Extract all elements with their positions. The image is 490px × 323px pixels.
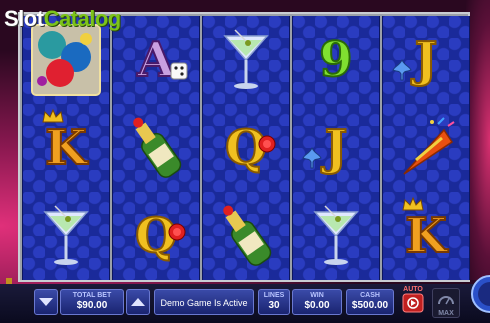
party-horn-icon: [403, 117, 455, 175]
auto-spin-button[interactable]: AUTO: [398, 286, 428, 318]
champagne-icon: [133, 117, 182, 178]
arrow-up-icon: [131, 298, 145, 306]
symbol-q: Q: [203, 104, 289, 192]
cash-display: CASH $500.00: [346, 289, 394, 315]
reel-4: 9J: [292, 16, 380, 280]
symbol-k: K: [23, 104, 109, 192]
reel-2: AQ: [112, 16, 200, 280]
reel-3: Q: [202, 16, 290, 280]
win-display: WIN $0.00: [292, 289, 342, 315]
symbol-j: J: [383, 16, 469, 104]
symbol-champagne: [203, 192, 289, 280]
symbol-martini: [203, 16, 289, 104]
gauge-icon: [438, 296, 454, 305]
symbol-martini: [293, 192, 379, 280]
lines-display: LINES 30: [258, 289, 290, 315]
fleur-de-lis-icon: [391, 58, 413, 87]
spin-button[interactable]: [470, 274, 490, 314]
symbol-champagne: [113, 104, 199, 192]
martini-icon: [43, 205, 89, 265]
fleur-de-lis-icon: [301, 146, 323, 175]
symbol-a: A: [113, 16, 199, 104]
symbol-letter: K: [404, 208, 448, 264]
symbol-9: 9: [293, 16, 379, 104]
fireworks-bonus-icon: [31, 24, 101, 96]
rose-icon: [167, 222, 187, 247]
symbol-letter: 9: [318, 32, 353, 88]
auto-spin-icon: [402, 293, 424, 313]
max-bet-button[interactable]: MAX: [432, 288, 460, 318]
crown-icon: [41, 108, 65, 129]
symbol-letter: K: [44, 120, 88, 176]
reel-5: JK: [382, 16, 470, 280]
slotcatalog-logo: SlotCatalog: [4, 6, 121, 31]
arrow-down-icon: [39, 298, 53, 306]
bet-decrease-button[interactable]: [34, 289, 58, 315]
symbol-j: J: [293, 104, 379, 192]
symbol-q: Q: [113, 192, 199, 280]
symbol-party-horn: [383, 104, 469, 192]
symbol-k: K: [383, 192, 469, 280]
symbol-letter: J: [324, 120, 349, 176]
bet-increase-button[interactable]: [126, 289, 150, 315]
reel-frame: KAQQ9JJK: [18, 12, 470, 282]
crown-icon: [401, 196, 425, 217]
total-bet-display: TOTAL BET $90.00: [60, 289, 124, 315]
reel-1: K: [22, 16, 110, 280]
champagne-icon: [223, 205, 272, 266]
symbol-letter: J: [414, 32, 439, 88]
rose-icon: [257, 134, 277, 159]
dice-icon: [169, 59, 191, 86]
message-panel: Demo Game Is Active: [154, 289, 254, 315]
symbol-martini: [23, 192, 109, 280]
martini-icon: [223, 29, 269, 89]
martini-icon: [313, 205, 359, 265]
